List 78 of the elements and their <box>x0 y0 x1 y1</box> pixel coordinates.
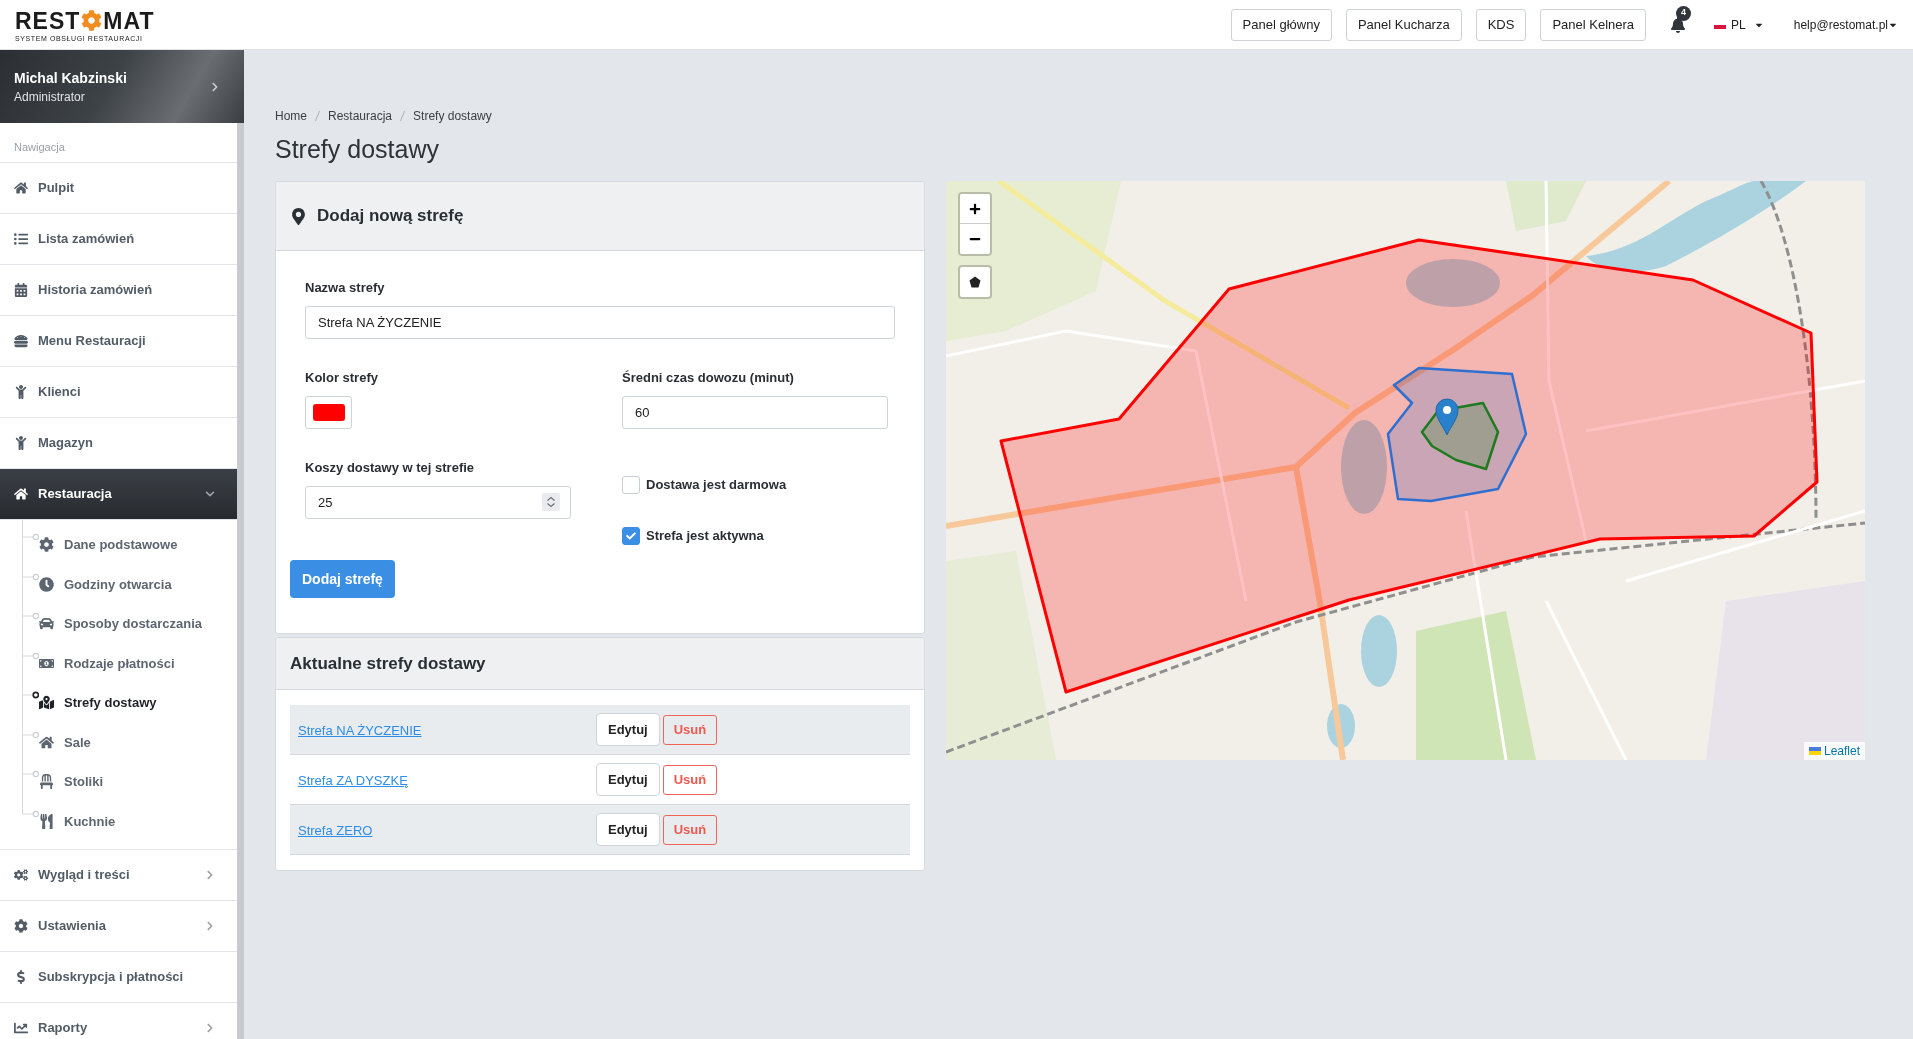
sidebar-subitem[interactable]: Dane podstawowe <box>0 525 237 565</box>
text-input[interactable]: 60 <box>622 396 888 429</box>
sidebar-subitem[interactable]: Sposoby dostarczania <box>0 604 237 644</box>
dollar-icon <box>14 970 28 984</box>
field-label: Koszy dostawy w tej strefie <box>305 460 475 476</box>
panel-button[interactable]: KDS <box>1475 8 1527 41</box>
sidebar-subitem[interactable]: Stoliki <box>0 762 237 802</box>
zoom-in-button[interactable] <box>960 194 990 224</box>
slash-icon <box>315 111 320 121</box>
page-title: Strefy dostawy <box>275 134 439 165</box>
pentagon-icon <box>969 276 981 288</box>
panel-button[interactable]: Panel Kucharza <box>1345 8 1462 41</box>
list-icon <box>14 232 28 246</box>
chevron-right-icon <box>210 81 220 92</box>
card-title: Dodaj nową strefę <box>317 205 464 228</box>
draw-polygon-button[interactable] <box>958 265 992 299</box>
person-icon <box>14 436 28 450</box>
section-label: Nawigacja <box>14 139 65 155</box>
attribution-link[interactable]: Leaflet <box>1823 742 1860 760</box>
chair-icon <box>39 774 54 790</box>
edit-button[interactable]: Edytuj <box>596 763 660 796</box>
field-label: Nazwa strefy <box>305 280 385 296</box>
field-label: Kolor strefy <box>305 370 378 386</box>
chart-icon <box>14 1021 28 1035</box>
flag-icon <box>1808 747 1821 755</box>
logo-text: MAT <box>103 8 155 33</box>
car-icon <box>39 616 54 632</box>
language-label: PL <box>1731 16 1746 34</box>
sidebar-subitem[interactable]: Rodzaje płatności <box>0 643 237 683</box>
check-icon <box>626 531 636 541</box>
panel-button[interactable]: Panel główny <box>1230 8 1332 41</box>
logo-text: REST <box>15 8 81 33</box>
gear-icon <box>81 10 103 31</box>
spinner-icon[interactable] <box>542 493 560 511</box>
breadcrumb-link[interactable]: Restauracja <box>328 107 393 125</box>
sidebar-subitem[interactable]: Kuchnie <box>0 801 237 841</box>
sidebar-item[interactable]: Restauracja <box>0 469 237 520</box>
clock-icon <box>39 576 54 592</box>
profile-banner[interactable]: Michal Kabzinski Administrator <box>0 50 244 123</box>
user-name: Michal Kabzinski <box>14 68 127 87</box>
checkbox-label: Strefa jest aktywna <box>646 527 764 546</box>
burger-icon <box>14 334 28 348</box>
map-pin-icon <box>290 207 307 225</box>
map-marker-icon[interactable] <box>1435 398 1459 436</box>
language-menu[interactable]: PL <box>1714 15 1764 34</box>
map-icon <box>39 695 54 711</box>
edit-button[interactable]: Edytuj <box>596 813 660 846</box>
edit-button[interactable]: Edytuj <box>596 713 660 746</box>
utensils-icon <box>39 813 54 829</box>
gear-icon <box>14 919 28 933</box>
gears-icon <box>14 868 28 882</box>
person-icon <box>14 385 28 399</box>
slash-icon <box>400 111 406 121</box>
scrollbar[interactable] <box>237 123 244 1039</box>
sidebar-subitem[interactable]: Strefy dostawy <box>0 683 237 723</box>
breadcrumb-current: Strefy dostawy <box>413 108 492 125</box>
bell-icon <box>1669 16 1686 33</box>
zoom-out-button[interactable] <box>960 224 990 254</box>
sidebar-subitem[interactable]: Sale <box>0 722 237 762</box>
checkbox[interactable] <box>622 476 640 494</box>
sidebar-subitem[interactable]: Godziny otwarcia <box>0 564 237 604</box>
notification-badge: 4 <box>1676 5 1692 21</box>
card-title: Aktualne strefy dostawy <box>290 652 486 675</box>
checkbox-label: Dostawa jest darmowa <box>646 476 787 495</box>
house-icon <box>14 487 28 501</box>
color-picker[interactable] <box>305 396 352 429</box>
user-role: Administrator <box>14 88 85 105</box>
breadcrumb-link[interactable]: Home <box>275 107 307 125</box>
checkbox[interactable] <box>622 527 640 545</box>
plus-icon <box>969 202 981 215</box>
house-icon <box>39 734 54 750</box>
gear-icon <box>39 537 54 553</box>
house-icon <box>14 181 28 195</box>
calendar-icon <box>14 283 28 297</box>
text-input[interactable]: Strefa NA ŻYCZENIE <box>305 306 895 339</box>
field-label: Średni czas dowozu (minut) <box>622 370 794 386</box>
number-input[interactable]: 25 <box>305 486 571 519</box>
panel-button[interactable]: Panel Kelnera <box>1540 8 1647 41</box>
